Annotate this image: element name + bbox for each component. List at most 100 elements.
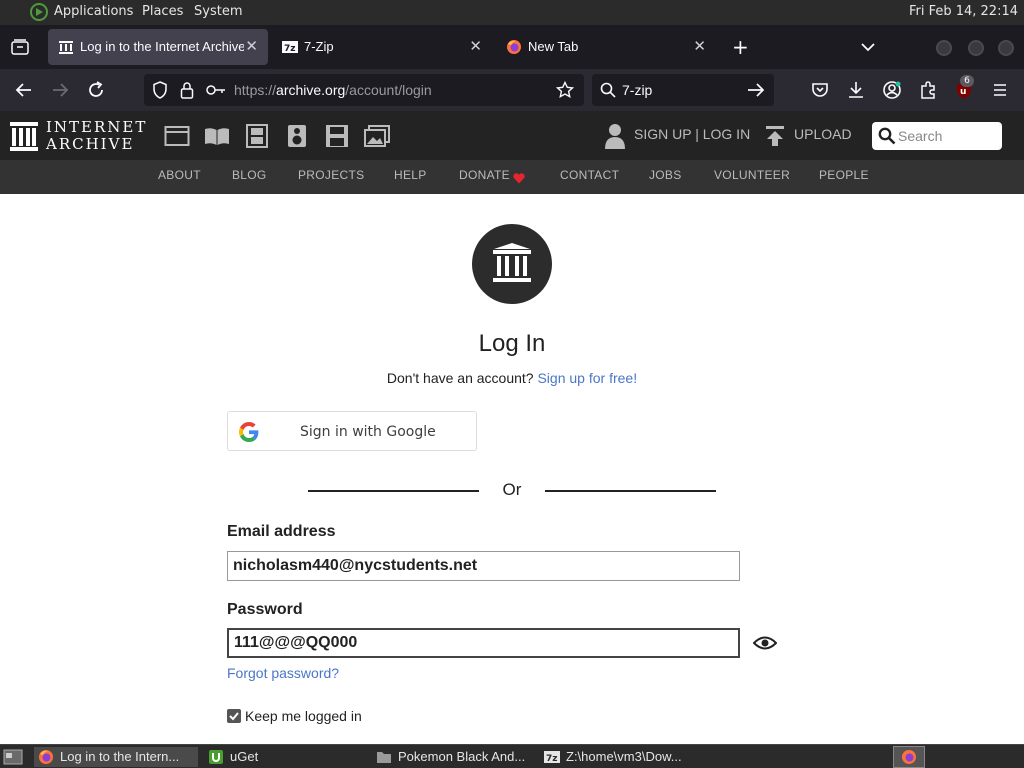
tab-title: 7-Zip (304, 39, 334, 54)
internet-archive-logo-icon[interactable] (10, 120, 38, 152)
subnav-contact[interactable]: CONTACT (560, 168, 619, 182)
subnav-about[interactable]: ABOUT (158, 168, 201, 182)
7zip-icon: 7z (544, 751, 560, 764)
subnav-blog[interactable]: BLOG (232, 168, 267, 182)
forward-arrow-icon[interactable] (50, 80, 70, 100)
clock[interactable]: Fri Feb 14, 22:14 (909, 4, 1018, 19)
downloads-icon[interactable] (846, 80, 866, 100)
subnav-help[interactable]: HELP (394, 168, 427, 182)
show-password-eye-icon[interactable] (753, 633, 777, 653)
subnav-volunteer[interactable]: VOLUNTEER (714, 168, 790, 182)
window-minimize-button[interactable] (936, 40, 952, 56)
checkmark-icon (229, 712, 239, 721)
window-close-button[interactable] (998, 40, 1014, 56)
web-icon[interactable] (164, 124, 190, 148)
subnav-projects[interactable]: PROJECTS (298, 168, 364, 182)
internet-archive-wordmark[interactable]: INTERNET ARCHIVE (46, 119, 147, 153)
email-field[interactable] (227, 551, 740, 581)
search-icon (878, 127, 896, 145)
ia-top-nav: INTERNET ARCHIVE SIGN UP | LOG IN UPLOAD… (0, 111, 1024, 160)
address-bar[interactable]: https://archive.org/account/login (144, 74, 584, 106)
menu-applications[interactable]: Applications (54, 4, 133, 19)
keep-logged-in-label[interactable]: Keep me logged in (245, 708, 362, 724)
user-avatar-icon[interactable] (604, 123, 626, 149)
close-tab-icon[interactable]: ✕ (245, 37, 258, 55)
folder-icon (377, 752, 391, 763)
texts-icon[interactable] (204, 124, 230, 148)
ia-search-input[interactable] (898, 126, 994, 146)
heart-icon[interactable] (513, 173, 525, 184)
bookmark-star-icon[interactable] (556, 81, 574, 99)
ublock-count-badge: 6 (960, 75, 974, 87)
tab-7zip[interactable]: 7z 7-Zip ✕ (272, 29, 492, 65)
svg-text:7z: 7z (284, 44, 296, 54)
subnav-jobs[interactable]: JOBS (649, 168, 682, 182)
top-panel: Applications Places System Fri Feb 14, 2… (0, 0, 1024, 25)
extensions-puzzle-icon[interactable] (918, 80, 938, 100)
tab-overview-icon[interactable] (11, 39, 29, 55)
back-arrow-icon[interactable] (14, 80, 34, 100)
url-path: /account/login (345, 82, 432, 98)
svg-text:7z: 7z (546, 754, 558, 764)
forgot-password-link[interactable]: Forgot password? (227, 665, 339, 681)
taskbar-item-uget[interactable]: uGet (204, 747, 368, 767)
firefox-icon (39, 750, 53, 764)
taskbar-item-title: Z:\home\vm3\Dow... (566, 749, 682, 764)
gnome-foot-icon[interactable] (30, 3, 48, 21)
password-field[interactable] (227, 628, 740, 658)
divider-left (308, 490, 479, 492)
video-icon[interactable] (244, 124, 270, 148)
upload-link[interactable]: UPLOAD (794, 126, 852, 142)
tracking-protection-shield-icon[interactable] (152, 81, 168, 99)
pocket-icon[interactable] (810, 80, 830, 100)
subnav-people[interactable]: PEOPLE (819, 168, 869, 182)
navigation-toolbar: https://archive.org/account/login 7-zip … (0, 69, 1024, 111)
svg-text:u: u (960, 87, 966, 97)
hamburger-menu-icon[interactable] (990, 80, 1010, 100)
uget-icon (209, 750, 223, 764)
reload-icon[interactable] (86, 80, 106, 100)
go-arrow-icon[interactable] (747, 82, 765, 98)
menu-system[interactable]: System (194, 4, 242, 19)
account-icon[interactable] (882, 80, 902, 100)
show-desktop-icon[interactable] (3, 749, 23, 765)
workspace-switcher[interactable] (893, 746, 925, 768)
firefox-icon (902, 750, 916, 764)
taskbar: Log in to the Intern... uGet Pokemon Bla… (0, 744, 1024, 768)
close-tab-icon[interactable]: ✕ (469, 37, 482, 55)
images-icon[interactable] (364, 124, 390, 148)
email-label: Email address (227, 523, 336, 540)
taskbar-item-folder[interactable]: Pokemon Black And... (372, 747, 536, 767)
upload-icon[interactable] (764, 125, 786, 147)
keep-logged-in-checkbox[interactable] (227, 709, 241, 723)
software-icon[interactable] (324, 124, 350, 148)
signup-login-link[interactable]: SIGN UP | LOG IN (634, 126, 750, 142)
tab-new-tab[interactable]: New Tab ✕ (496, 29, 716, 65)
menu-places[interactable]: Places (142, 4, 183, 19)
padlock-icon[interactable] (180, 81, 194, 99)
no-account-text: Don't have an account? (386, 370, 534, 386)
wordmark-line2: ARCHIVE (46, 135, 135, 153)
signup-link[interactable]: Sign up for free! (537, 370, 637, 386)
archive-icon (59, 41, 73, 54)
search-bar[interactable]: 7-zip (592, 74, 774, 106)
sign-in-with-google-button[interactable]: Sign in with Google (227, 411, 477, 451)
search-query: 7-zip (622, 82, 653, 98)
ia-search-box[interactable] (872, 122, 1002, 150)
subnav-donate[interactable]: DONATE (459, 168, 510, 182)
signup-prompt: Don't have an account? Sign up for free! (0, 370, 1024, 386)
taskbar-item-7zip[interactable]: 7z Z:\home\vm3\Dow... (540, 747, 704, 767)
close-tab-icon[interactable]: ✕ (693, 37, 706, 55)
saved-login-key-icon[interactable] (206, 84, 226, 96)
list-all-tabs-chevron-icon[interactable] (860, 41, 876, 53)
audio-icon[interactable] (284, 124, 310, 148)
window-maximize-button[interactable] (968, 40, 984, 56)
taskbar-item-firefox[interactable]: Log in to the Intern... (34, 747, 198, 767)
new-tab-plus-icon[interactable]: + (732, 35, 749, 59)
firefox-icon (507, 40, 521, 54)
tab-internet-archive-login[interactable]: Log in to the Internet Archive ✕ (48, 29, 268, 65)
url-text: https://archive.org/account/login (234, 82, 432, 98)
search-icon (600, 82, 616, 98)
page-title: Log In (478, 330, 546, 357)
password-label: Password (227, 601, 303, 618)
